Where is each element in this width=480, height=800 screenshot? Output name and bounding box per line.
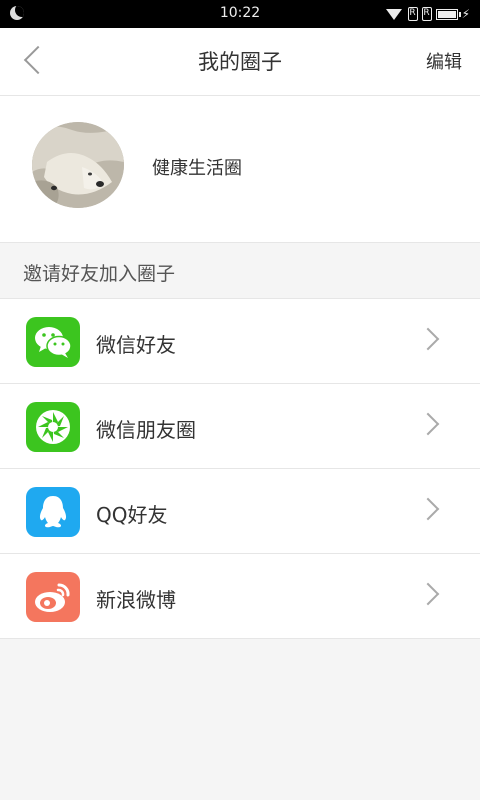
invite-section-title: 邀请好友加入圈子 bbox=[23, 263, 176, 285]
wechat-moments-icon bbox=[26, 402, 80, 452]
share-item-label: QQ好友 bbox=[96, 503, 168, 527]
page-title: 我的圈子 bbox=[198, 50, 282, 74]
signal-icon-2: R bbox=[421, 7, 432, 21]
avatar-image bbox=[32, 122, 124, 208]
share-item-qq[interactable]: QQ好友 bbox=[0, 469, 480, 554]
share-item-label: 微信好友 bbox=[96, 333, 176, 357]
charging-icon: ⚡ bbox=[461, 7, 470, 21]
weibo-icon bbox=[26, 572, 80, 622]
signal-icon: R bbox=[407, 7, 418, 21]
header: 我的圈子 编辑 bbox=[0, 28, 480, 96]
share-item-wechat[interactable]: 微信好友 bbox=[0, 299, 480, 384]
status-bar: 10:22 R R ⚡ bbox=[0, 0, 480, 28]
edit-button[interactable]: 编辑 bbox=[426, 48, 462, 74]
chevron-right-icon bbox=[416, 497, 440, 521]
share-item-moments[interactable]: 微信朋友圈 bbox=[0, 384, 480, 469]
chevron-right-icon bbox=[416, 327, 440, 351]
status-icons: R R ⚡ bbox=[385, 6, 470, 22]
qq-icon bbox=[26, 487, 80, 537]
invite-section-header: 邀请好友加入圈子 bbox=[0, 243, 480, 299]
share-item-weibo[interactable]: 新浪微博 bbox=[0, 554, 480, 639]
circle-name: 健康生活圈 bbox=[152, 158, 242, 179]
battery-icon bbox=[435, 8, 461, 20]
circle-profile[interactable]: 健康生活圈 bbox=[0, 96, 480, 243]
chevron-right-icon bbox=[416, 412, 440, 436]
avatar[interactable] bbox=[32, 122, 124, 208]
share-list: 微信好友 微信朋友圈 QQ好友 新浪微博 bbox=[0, 299, 480, 639]
wifi-icon bbox=[385, 8, 402, 20]
wechat-icon bbox=[26, 317, 80, 367]
share-item-label: 微信朋友圈 bbox=[96, 418, 196, 442]
share-item-label: 新浪微博 bbox=[96, 588, 176, 612]
chevron-right-icon bbox=[416, 582, 440, 606]
